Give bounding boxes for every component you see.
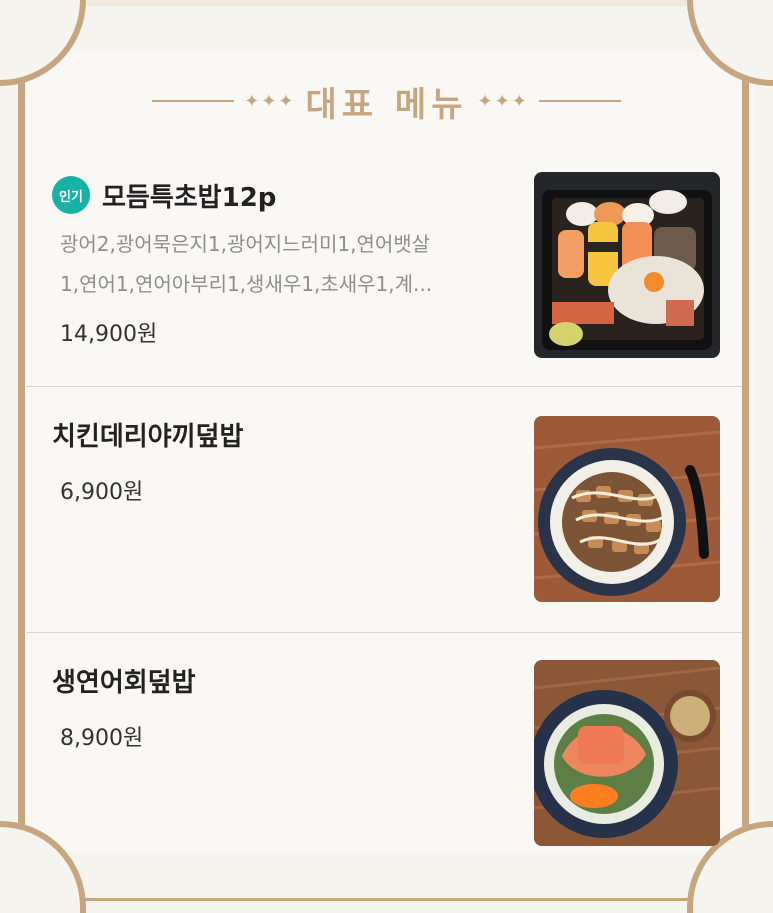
- chicken-bowl-image: [534, 416, 720, 602]
- menu-item-header: 생연어회덮밥: [52, 662, 196, 699]
- frame-border-bottom: [72, 898, 701, 901]
- menu-item-name: 치킨데리야끼덮밥: [52, 422, 244, 452]
- menu-item-price: 8,900원: [60, 726, 144, 751]
- title-rule-right: [538, 100, 621, 102]
- title-rule-left: [152, 100, 235, 102]
- menu-item-price: 14,900원: [60, 322, 158, 347]
- menu-item[interactable]: 치킨데리야끼덮밥 6,900원: [26, 386, 746, 632]
- menu-item-description: 광어2,광어묵은지1,광어지느러미1,연어뱃살 1,연어1,연어아부리1,생새우…: [60, 224, 512, 304]
- salmon-sashimi-bowl-photo[interactable]: [534, 660, 720, 846]
- menu-item-header: 인기 모듬특초밥12p: [52, 176, 276, 214]
- description-line: 1,연어1,연어아부리1,생새우1,초새우1,계...: [60, 272, 433, 296]
- menu-item[interactable]: 생연어회덮밥 8,900원: [26, 632, 746, 850]
- salmon-bowl-image: [534, 660, 720, 846]
- chicken-teriyaki-bowl-photo[interactable]: [534, 416, 720, 602]
- title-ornament-right-icon: ✦✦✦: [477, 90, 529, 112]
- menu-item-name: 모듬특초밥12p: [102, 182, 277, 213]
- section-title: 대표 메뉴: [305, 84, 468, 125]
- menu-item-header: 치킨데리야끼덮밥: [52, 416, 243, 453]
- menu-item-name: 생연어회덮밥: [52, 668, 196, 698]
- sushi-image: [542, 190, 712, 350]
- frame-border-top: [72, 0, 701, 6]
- section-header: ✦✦✦ 대표 메뉴 ✦✦✦: [0, 78, 773, 125]
- sushi-platter-photo[interactable]: [534, 172, 720, 358]
- popular-badge: 인기: [52, 176, 90, 214]
- title-ornament-left-icon: ✦✦✦: [244, 90, 296, 112]
- menu-item-price: 6,900원: [60, 480, 144, 505]
- menu-item[interactable]: 인기 모듬특초밥12p 광어2,광어묵은지1,광어지느러미1,연어뱃살 1,연어…: [26, 170, 746, 386]
- description-line: 광어2,광어묵은지1,광어지느러미1,연어뱃살: [60, 232, 431, 256]
- frame-border-left: [18, 52, 25, 852]
